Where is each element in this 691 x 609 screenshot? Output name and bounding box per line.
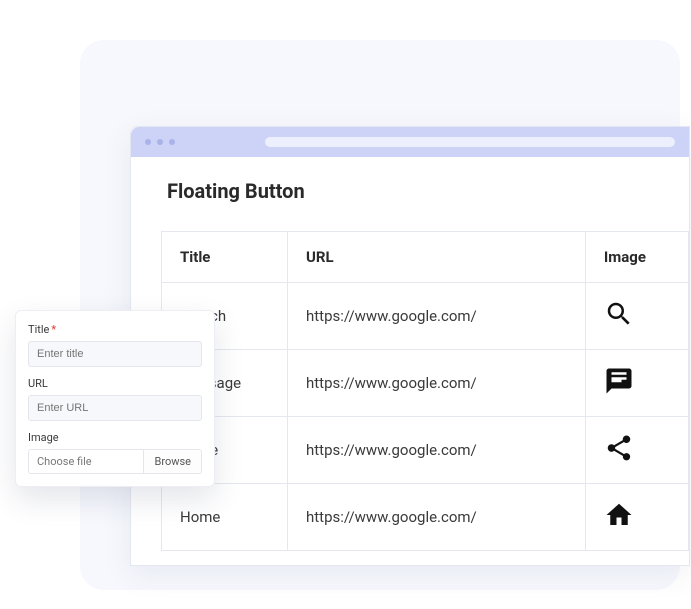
table-header-title: Title [162, 232, 288, 283]
table-row[interactable]: Share https://www.google.com/ [162, 417, 689, 484]
address-bar[interactable] [265, 137, 675, 147]
browser-titlebar [131, 127, 689, 157]
chat-icon [604, 366, 634, 396]
search-icon [604, 299, 634, 329]
cell-image [585, 283, 688, 350]
table-row[interactable]: Search https://www.google.com/ [162, 283, 689, 350]
cell-url: https://www.google.com/ [288, 484, 586, 551]
add-item-form: Title* URL Image Choose file Browse [15, 310, 215, 487]
table-row[interactable]: Message https://www.google.com/ [162, 350, 689, 417]
floating-button-table: Title URL Image Search https://www.googl… [161, 231, 689, 551]
title-label: Title* [28, 323, 202, 336]
window-dot [145, 139, 151, 145]
cell-image [585, 350, 688, 417]
window-dot [169, 139, 175, 145]
cell-image [585, 417, 688, 484]
window-controls [145, 139, 175, 145]
url-label: URL [28, 377, 202, 390]
title-input[interactable] [28, 341, 202, 367]
browse-button[interactable]: Browse [143, 450, 201, 473]
cell-image [585, 484, 688, 551]
table-header-image: Image [585, 232, 688, 283]
cell-url: https://www.google.com/ [288, 283, 586, 350]
home-icon [604, 500, 634, 530]
image-label: Image [28, 431, 202, 444]
table-row[interactable]: Home https://www.google.com/ [162, 484, 689, 551]
window-dot [157, 139, 163, 145]
file-input[interactable]: Choose file Browse [28, 449, 202, 474]
share-icon [604, 433, 634, 463]
cell-title: Home [162, 484, 288, 551]
required-mark: * [51, 323, 56, 336]
cell-url: https://www.google.com/ [288, 417, 586, 484]
url-input[interactable] [28, 395, 202, 421]
table-header-url: URL [288, 232, 586, 283]
cell-url: https://www.google.com/ [288, 350, 586, 417]
page-title: Floating Button [161, 179, 689, 203]
file-placeholder: Choose file [29, 450, 143, 473]
